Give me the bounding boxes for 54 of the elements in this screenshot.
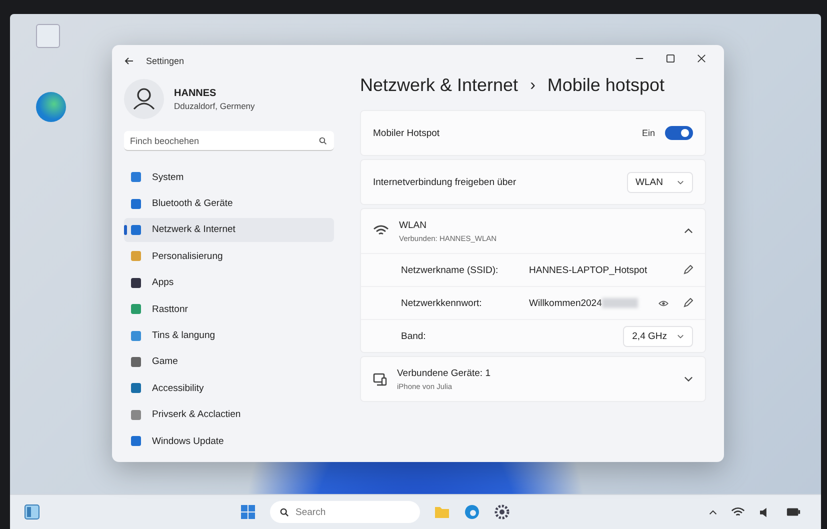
chevron-down-icon <box>677 180 684 184</box>
sidebar-item[interactable]: Netzwerk & Internet <box>124 218 334 242</box>
sidebar-item[interactable]: Rasttonr <box>124 296 334 322</box>
search-icon[interactable] <box>319 137 327 145</box>
breadcrumb-link[interactable]: Netzwerk & Internet <box>360 75 518 96</box>
toggle-switch[interactable] <box>665 126 693 140</box>
page-title: Mobile hotspot <box>547 75 664 96</box>
search-icon[interactable] <box>280 508 288 516</box>
blurred-region <box>602 298 638 308</box>
breadcrumb-separator: › <box>530 76 536 94</box>
sidebar-item[interactable]: Bluetooth & Geräte <box>124 191 334 216</box>
group-title: WLAN <box>399 220 428 230</box>
gear-icon[interactable] <box>494 504 510 520</box>
settings-search-field[interactable]: Finch beochehen <box>124 131 334 151</box>
dropdown[interactable]: 2,4 GHz <box>623 326 693 346</box>
setting-label: Internetverbindung freigeben über <box>373 176 516 188</box>
maximize-button[interactable] <box>666 54 675 62</box>
battery-icon[interactable] <box>786 507 801 517</box>
user-name: HANNES <box>174 88 218 98</box>
toggle-state-text: Ein <box>642 128 655 138</box>
start-icon[interactable] <box>240 504 256 520</box>
avatar-icon <box>124 79 164 119</box>
chevron-icon[interactable] <box>684 228 693 234</box>
field-value: HANNES-LAPTOP_Hotspot <box>529 264 648 276</box>
sidebar-item[interactable]: System <box>124 165 334 190</box>
eye-icon[interactable] <box>658 300 669 306</box>
field-label: Netzwerkkennwort: <box>401 298 483 308</box>
pencil-icon[interactable] <box>683 265 693 275</box>
chevron-down-icon <box>677 334 684 338</box>
widgets-icon[interactable] <box>24 504 40 520</box>
dropdown[interactable]: WLAN <box>626 172 693 192</box>
chevron-icon[interactable] <box>684 376 693 382</box>
browser-icon[interactable] <box>36 92 66 122</box>
setting-label: Mobiler Hotspot <box>373 128 440 138</box>
sidebar-item[interactable]: Personalisierung <box>124 244 334 269</box>
sidebar-item[interactable]: Windows Update <box>124 428 334 454</box>
field-value: Willkommen2024 <box>529 298 602 308</box>
sidebar-item[interactable]: Tins & langung <box>124 323 334 348</box>
sidebar-item[interactable]: Privserk & Acclactien <box>124 402 334 427</box>
sidebar-item[interactable]: Apps <box>124 270 334 295</box>
back-arrow-icon[interactable] <box>124 57 134 65</box>
sidebar-item[interactable]: Game <box>124 350 334 374</box>
taskbar-search-field[interactable]: Search <box>270 501 420 523</box>
sidebar-item[interactable]: Accessibility <box>124 376 334 401</box>
close-button[interactable] <box>697 54 706 62</box>
group-title: Verbundene Geräte: 1 <box>397 368 490 378</box>
browser-icon[interactable] <box>464 504 480 520</box>
user-location: Dduzaldorf, Germeny <box>174 100 255 110</box>
devices-icon <box>373 372 387 386</box>
window-title: Settingen <box>146 56 184 66</box>
field-label: Band: <box>401 330 427 342</box>
chevron-up-icon[interactable] <box>709 510 717 514</box>
pencil-icon[interactable] <box>683 298 693 308</box>
field-label: Netzwerkname (SSID): <box>401 264 500 276</box>
